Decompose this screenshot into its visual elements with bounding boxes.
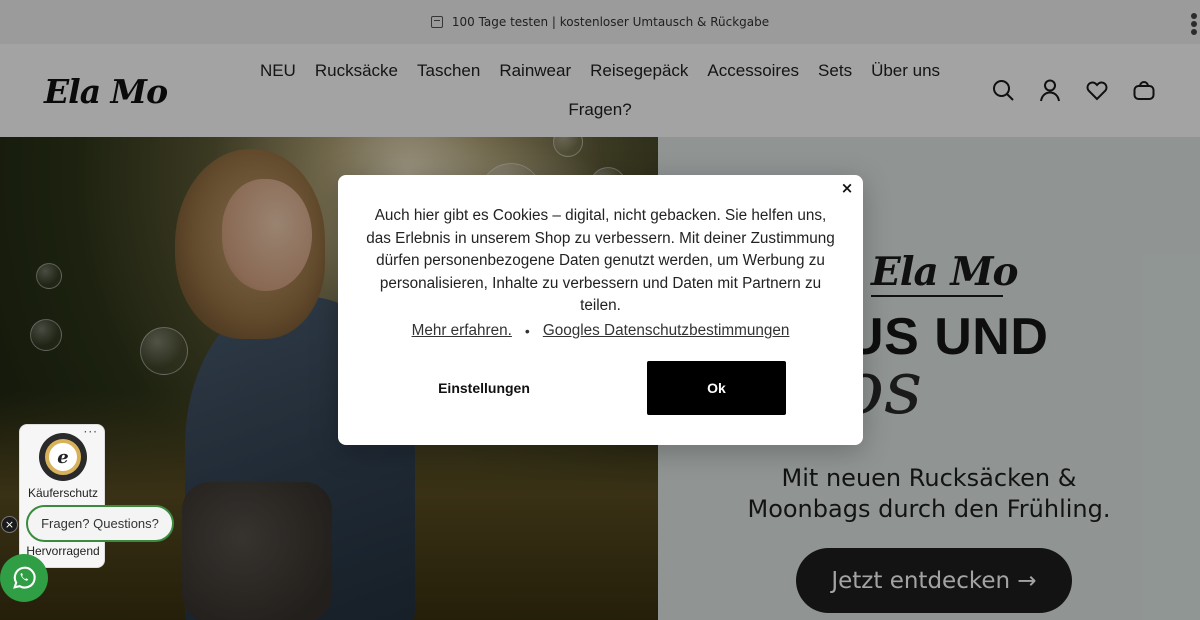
trusted-shops-widget[interactable]: ··· e Käuferschutz Hervorragend [19,424,105,568]
link-google-privacy[interactable]: Googles Datenschutzbestimmungen [543,322,790,340]
cookie-consent-dialog: × Auch hier gibt es Cookies – digital, n… [338,175,863,445]
cookie-links: Mehr erfahren. • Googles Datenschutzbest… [338,322,863,340]
whatsapp-button[interactable] [0,554,48,602]
ok-button[interactable]: Ok [647,361,786,415]
settings-button[interactable]: Einstellungen [400,361,568,415]
trust-menu-icon[interactable]: ··· [84,425,98,439]
cookie-text: Auch hier gibt es Cookies – digital, nic… [366,207,835,314]
chat-close-icon[interactable]: × [1,516,18,533]
link-separator: • [524,323,530,339]
close-icon[interactable]: × [838,179,856,197]
whatsapp-icon [13,566,36,589]
trust-seal-icon: e [39,433,87,481]
trust-label: Käuferschutz [27,486,99,500]
chat-bubble[interactable]: Fragen? Questions? [26,505,174,542]
link-mehr-erfahren[interactable]: Mehr erfahren. [412,322,512,340]
